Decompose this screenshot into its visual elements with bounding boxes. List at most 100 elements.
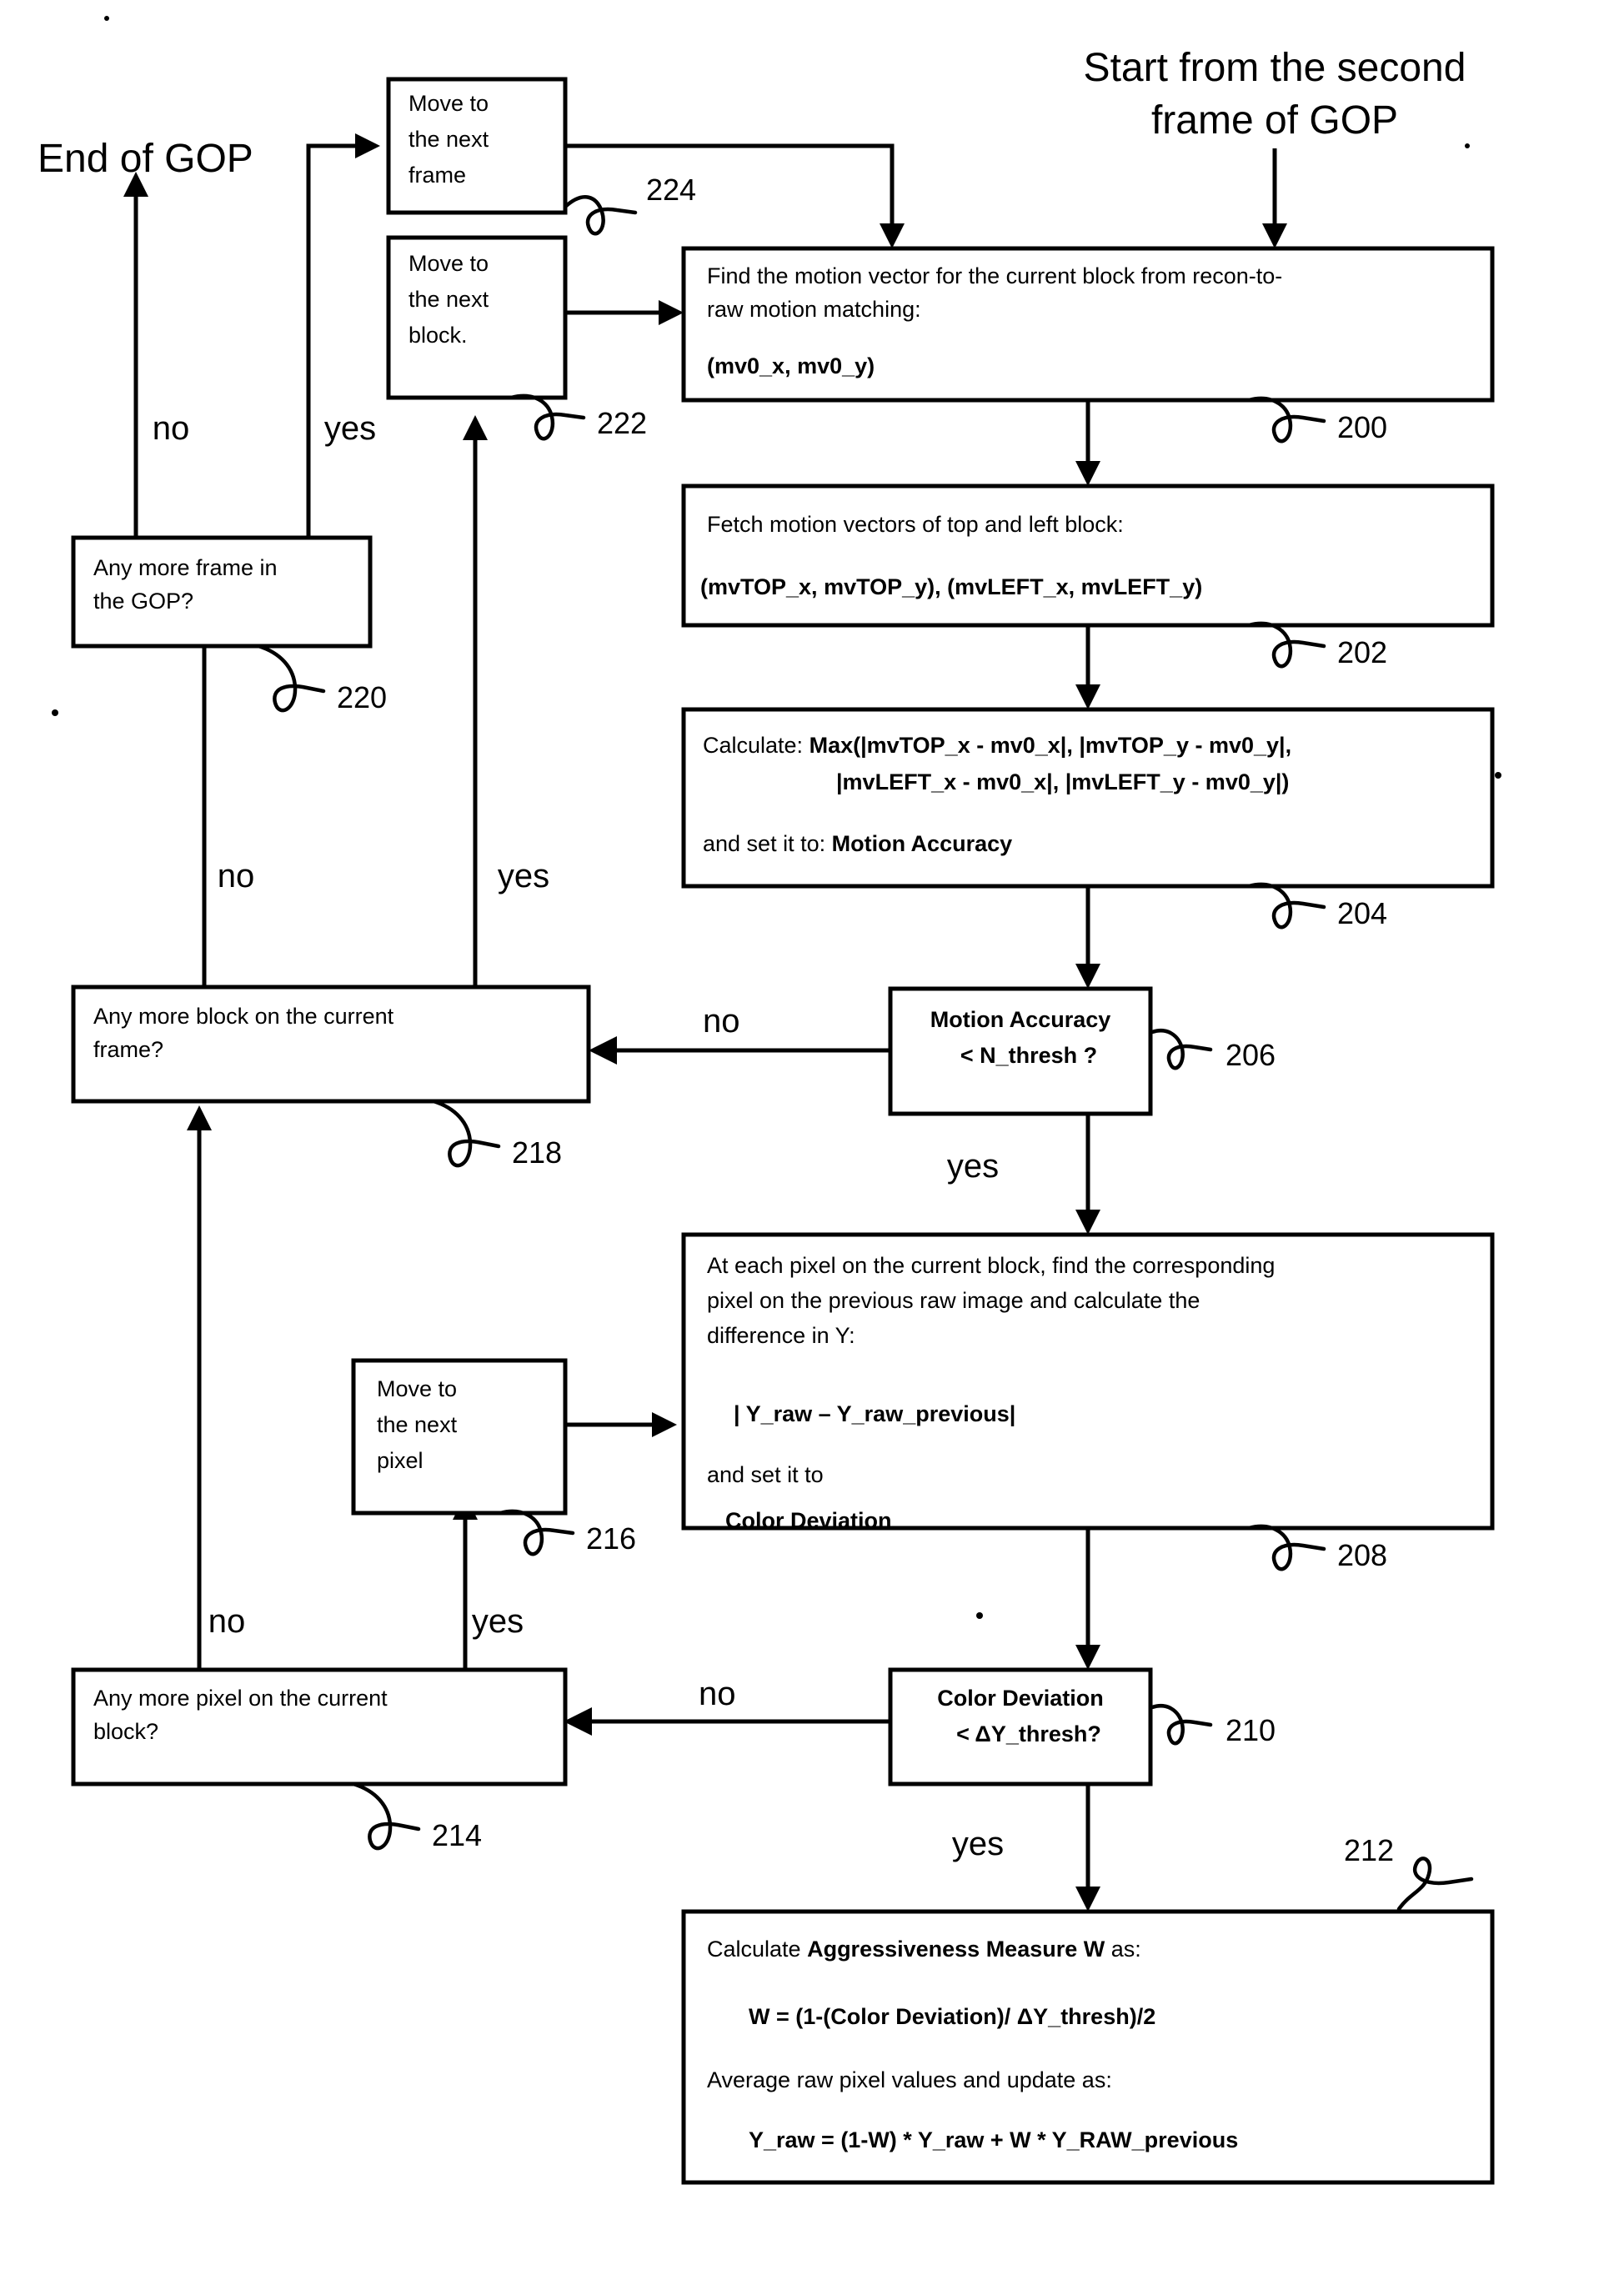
edge-label-220-no: no — [153, 410, 190, 447]
node-line: pixel on the previous raw image and calc… — [707, 1288, 1200, 1313]
node-move-to-next-frame[interactable]: Move to the next frame — [386, 77, 568, 215]
end-of-gop-label: End of GOP — [38, 137, 253, 181]
calc-prefix: Calculate — [707, 1937, 807, 1962]
arrowhead — [1262, 223, 1287, 248]
node-line: Any more block on the current — [93, 1004, 394, 1029]
calc-prefix: Calculate: — [703, 733, 809, 758]
flowchart-canvas: Start from the second frame of GOP End o… — [38, 16, 1501, 2185]
speck — [104, 16, 109, 21]
node-line-212-1: Calculate Aggressiveness Measure W as: — [707, 1937, 1141, 1962]
arrowhead — [659, 300, 684, 325]
node-fetch-motion-vectors[interactable]: Fetch motion vectors of top and left blo… — [681, 484, 1495, 628]
node-decision-any-more-block[interactable]: Any more block on the current frame? — [71, 985, 591, 1104]
node-line-204-3: and set it to: Motion Accuracy — [703, 831, 1012, 856]
node-line: (mvTOP_x, mvTOP_y), (mvLEFT_x, mvLEFT_y) — [700, 574, 1202, 599]
node-decision-motion-accuracy[interactable]: Motion Accuracy < N_thresh ? — [888, 986, 1153, 1116]
node-line: Motion Accuracy — [930, 1007, 1111, 1032]
speck — [1495, 772, 1501, 779]
setit-term: Motion Accuracy — [832, 831, 1013, 856]
node-line: pixel — [377, 1448, 424, 1473]
arrowhead — [187, 1105, 212, 1130]
node-line: < ΔY_thresh? — [956, 1721, 1101, 1746]
arrowhead — [355, 133, 380, 158]
arrowhead — [1075, 964, 1100, 989]
node-line: Any more pixel on the current — [93, 1686, 388, 1711]
ref-label-202: 202 — [1337, 635, 1387, 669]
edge-label-214-no: no — [208, 1603, 246, 1640]
ref-leader-218 — [431, 1099, 501, 1168]
arrowhead — [463, 415, 488, 440]
ref-label-214: 214 — [432, 1818, 482, 1852]
node-line-204-1: Calculate: Max(|mvTOP_x - mv0_x|, |mvTOP… — [703, 733, 1291, 758]
node-line: W = (1-(Color Deviation)/ ΔY_thresh)/2 — [749, 2004, 1155, 2029]
edge-label-206-no: no — [703, 1003, 740, 1040]
ref-label-218: 218 — [512, 1135, 562, 1170]
edge-label-218-no: no — [218, 858, 255, 894]
arrowhead — [1075, 461, 1100, 486]
node-line: At each pixel on the current block, find… — [707, 1253, 1275, 1278]
node-aggressiveness-measure[interactable]: Calculate Aggressiveness Measure W as: W… — [681, 1909, 1495, 2185]
speck — [1465, 143, 1470, 148]
arrowhead — [1075, 684, 1100, 709]
ref-label-204: 204 — [1337, 896, 1387, 930]
arrowhead — [1075, 1645, 1100, 1670]
ref-label-220: 220 — [337, 680, 387, 714]
ref-leader-212 — [1396, 1857, 1474, 1912]
ref-label-208: 208 — [1337, 1538, 1387, 1572]
arrowhead — [652, 1412, 677, 1437]
edge-label-206-yes: yes — [947, 1148, 999, 1185]
node-decision-any-more-frame[interactable]: Any more frame in the GOP? — [71, 535, 373, 649]
node-line: block. — [409, 323, 468, 348]
arrowhead — [880, 223, 905, 248]
ref-leader-202 — [1246, 621, 1326, 669]
node-move-to-next-block[interactable]: Move to the next block. — [386, 235, 568, 400]
node-line: the next — [409, 287, 489, 312]
ref-leader-204 — [1246, 882, 1326, 930]
node-box[interactable] — [681, 484, 1495, 628]
node-pixel-difference[interactable]: At each pixel on the current block, find… — [681, 1232, 1495, 1533]
edge-224-to-200 — [565, 143, 895, 233]
ref-leader-210 — [1150, 1704, 1213, 1746]
ref-label-222: 222 — [597, 406, 647, 440]
edge-label-220-yes: yes — [324, 410, 376, 447]
node-line: < N_thresh ? — [960, 1043, 1097, 1068]
arrowhead — [564, 1707, 592, 1736]
node-decision-any-more-pixel[interactable]: Any more pixel on the current block? — [71, 1667, 568, 1786]
node-line: | Y_raw – Y_raw_previous| — [734, 1401, 1015, 1426]
node-calculate-motion-accuracy[interactable]: Calculate: Max(|mvTOP_x - mv0_x|, |mvTOP… — [681, 707, 1495, 889]
edge-label-210-yes: yes — [952, 1826, 1004, 1862]
ref-leader-222 — [509, 393, 586, 441]
node-decision-color-deviation[interactable]: Color Deviation < ΔY_thresh? — [888, 1667, 1153, 1786]
start-label-line1: Start from the second — [1084, 46, 1466, 90]
node-line: Color Deviation — [937, 1686, 1104, 1711]
ref-leader-206 — [1150, 1029, 1213, 1070]
ref-leader-214 — [351, 1781, 421, 1851]
ref-leader-220 — [256, 644, 326, 713]
ref-label-224: 224 — [646, 173, 696, 207]
start-label-line2: frame of GOP — [1151, 98, 1398, 143]
ref-label-216: 216 — [586, 1521, 636, 1556]
node-move-to-next-pixel[interactable]: Move to the next pixel — [351, 1358, 568, 1516]
node-line: the next — [377, 1412, 458, 1437]
arrowhead — [589, 1036, 617, 1065]
ref-leader-216 — [498, 1509, 575, 1556]
node-line: Move to — [409, 251, 489, 276]
ref-leader-224 — [563, 195, 638, 236]
calc-tail: as: — [1105, 1937, 1141, 1962]
speck — [976, 1612, 983, 1619]
node-find-motion-vector[interactable]: Find the motion vector for the current b… — [681, 246, 1495, 403]
node-line: the next — [409, 127, 489, 152]
node-line: frame? — [93, 1037, 163, 1062]
node-line: Move to — [409, 91, 489, 116]
start-label: Start from the second frame of GOP — [1084, 46, 1466, 143]
node-line: Color Deviation — [725, 1508, 892, 1533]
ref-label-210: 210 — [1226, 1713, 1276, 1747]
node-line: the GOP? — [93, 589, 193, 614]
calc-expr: Max(|mvTOP_x - mv0_x|, |mvTOP_y - mv0_y|… — [809, 733, 1292, 758]
measure-term: Aggressiveness Measure W — [807, 1937, 1105, 1962]
edge-label-214-yes: yes — [472, 1603, 524, 1640]
ref-label-206: 206 — [1226, 1038, 1276, 1072]
node-line-204-2: |mvLEFT_x - mv0_x|, |mvLEFT_y - mv0_y|) — [836, 769, 1289, 794]
arrowhead — [1075, 1210, 1100, 1235]
node-line: frame — [409, 163, 466, 188]
